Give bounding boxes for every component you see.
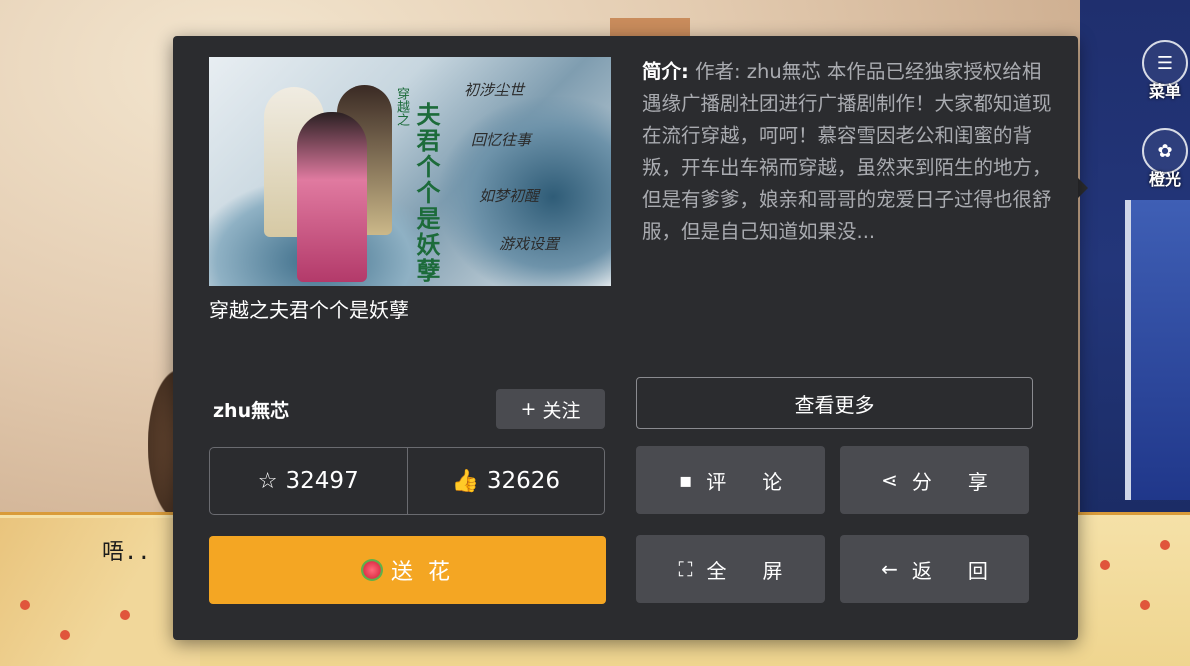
fullscreen-label: 全屏	[706, 558, 819, 583]
cover-menu-item: 如梦初醒	[479, 187, 540, 205]
arrow-left-icon: ←	[881, 557, 898, 581]
cover-menu-item: 初涉尘世	[464, 81, 525, 99]
blossom-decoration	[60, 630, 70, 640]
fullscreen-button[interactable]: ⛶ 全屏	[636, 535, 825, 603]
game-cover-image[interactable]: 穿越之 夫君个个是妖孽 初涉尘世 回忆往事 如梦初醒 游戏设置	[209, 57, 611, 286]
back-button[interactable]: ← 返回	[840, 535, 1029, 603]
cover-title: 夫君个个是妖孽	[412, 102, 441, 284]
blossom-decoration	[20, 600, 30, 610]
background-right-window	[1125, 200, 1190, 500]
cover-character	[297, 112, 367, 282]
follow-label: 关注	[542, 399, 581, 422]
blossom-decoration	[1160, 540, 1170, 550]
stats-box: ☆ 32497 👍 32626	[209, 447, 605, 515]
star-icon: ☆	[257, 468, 278, 494]
share-button[interactable]: ⋖ 分享	[840, 446, 1029, 514]
like-stat[interactable]: 👍 32626	[406, 448, 605, 514]
author-name[interactable]: zhu無芯	[213, 396, 289, 423]
cover-menu-item: 游戏设置	[499, 235, 560, 253]
blossom-decoration	[1140, 600, 1150, 610]
game-intro: 简介: 作者: zhu無芯 本作品已经独家授权给相遇缘广播剧社团进行广播剧制作！…	[642, 56, 1052, 248]
blossom-decoration	[120, 610, 130, 620]
menu-button[interactable]: ☰ 菜单	[1141, 40, 1189, 102]
table-edge	[0, 518, 200, 666]
send-flower-button[interactable]: 送 花	[209, 536, 606, 604]
comment-icon: ▪	[678, 468, 693, 492]
favorite-count: 32497	[285, 468, 359, 494]
orange-light-label: 橙光	[1148, 170, 1181, 189]
flower-icon	[361, 559, 383, 581]
fullscreen-icon: ⛶	[678, 557, 693, 581]
game-title: 穿越之夫君个个是妖孽	[209, 298, 409, 322]
view-more-button[interactable]: 查看更多	[636, 377, 1033, 429]
intro-label: 简介:	[642, 60, 689, 83]
menu-label: 菜单	[1148, 82, 1181, 101]
blossom-decoration	[1100, 560, 1110, 570]
comment-label: 评论	[706, 469, 819, 494]
like-count: 32626	[486, 468, 561, 494]
back-label: 返回	[911, 558, 1024, 583]
panel-arrow	[1078, 178, 1088, 198]
orange-light-button[interactable]: ✿ 橙光	[1141, 128, 1189, 190]
thumbs-up-icon: 👍	[451, 468, 479, 494]
comment-button[interactable]: ▪ 评论	[636, 446, 825, 514]
send-flower-label: 送 花	[391, 560, 454, 585]
favorite-stat[interactable]: ☆ 32497	[210, 448, 407, 514]
dialogue-text: 唔..	[102, 540, 151, 565]
plus-icon: +	[520, 398, 537, 420]
intro-text: 作者: zhu無芯 本作品已经独家授权给相遇缘广播剧社团进行广播剧制作！大家都知…	[642, 60, 1052, 243]
follow-button[interactable]: + 关注	[496, 389, 605, 429]
game-info-panel: 穿越之 夫君个个是妖孽 初涉尘世 回忆往事 如梦初醒 游戏设置 穿越之夫君个个是…	[173, 36, 1078, 640]
share-icon: ⋖	[881, 468, 898, 492]
share-label: 分享	[911, 469, 1024, 494]
cover-menu-item: 回忆往事	[471, 131, 532, 149]
